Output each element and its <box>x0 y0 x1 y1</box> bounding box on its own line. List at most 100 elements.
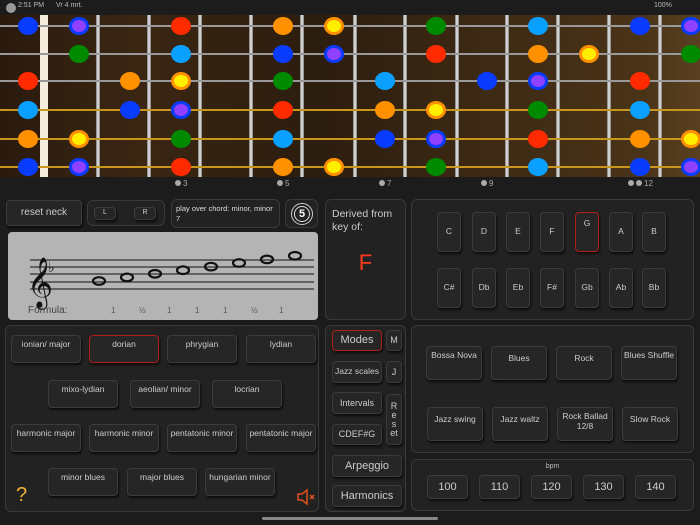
mode-button-harmonic-minor[interactable]: harmonic minor <box>89 424 159 452</box>
note-dot[interactable] <box>324 158 344 176</box>
note-dot[interactable] <box>528 17 548 35</box>
key-button-bb[interactable]: Bb <box>642 268 666 308</box>
note-dot[interactable] <box>324 45 344 63</box>
note-dot[interactable] <box>18 158 38 176</box>
harmonics-button[interactable]: Harmonics <box>332 485 402 507</box>
key-button-c-sharp[interactable]: C# <box>437 268 461 308</box>
note-dot[interactable] <box>630 72 650 90</box>
key-button-g[interactable]: G <box>575 212 599 252</box>
note-dot[interactable] <box>375 72 395 90</box>
mode-button-harmonic-major[interactable]: harmonic major <box>11 424 81 452</box>
key-button-eb[interactable]: Eb <box>506 268 530 308</box>
note-dot[interactable] <box>528 101 548 119</box>
right-hand-button[interactable]: R <box>134 207 156 220</box>
intervals-button[interactable]: Intervals <box>332 392 382 414</box>
mode-button-locrian[interactable]: locrian <box>212 380 282 408</box>
arpeggio-button[interactable]: Arpeggio <box>332 455 402 477</box>
mode-button-mixo-lydian[interactable]: mixo-lydian <box>48 380 118 408</box>
reset-button[interactable]: Reset <box>386 394 402 445</box>
rhythm-button-slow-rock[interactable]: Slow Rock <box>622 407 678 441</box>
rhythm-button-jazz-swing[interactable]: Jazz swing <box>427 407 483 441</box>
left-hand-button[interactable]: L <box>94 207 116 220</box>
note-dot[interactable] <box>528 130 548 148</box>
note-dot[interactable] <box>171 45 191 63</box>
note-dot[interactable] <box>630 101 650 119</box>
key-button-a[interactable]: A <box>609 212 633 252</box>
rhythm-button-rock[interactable]: Rock <box>556 346 612 380</box>
note-dot[interactable] <box>426 130 446 148</box>
note-dot[interactable] <box>528 158 548 176</box>
note-dot[interactable] <box>171 130 191 148</box>
note-dot[interactable] <box>273 158 293 176</box>
note-dot[interactable] <box>69 158 89 176</box>
key-button-db[interactable]: Db <box>472 268 496 308</box>
bpm-button-110[interactable]: 110 <box>479 475 520 499</box>
key-button-b[interactable]: B <box>642 212 666 252</box>
home-indicator[interactable] <box>262 517 438 520</box>
note-dot[interactable] <box>681 158 700 176</box>
note-dot[interactable] <box>477 72 497 90</box>
note-dot[interactable] <box>426 45 446 63</box>
note-dot[interactable] <box>18 130 38 148</box>
note-dot[interactable] <box>171 158 191 176</box>
circle-of-fifths-button[interactable]: 5 <box>285 199 318 228</box>
mode-button-dorian[interactable]: dorian <box>89 335 159 363</box>
note-dot[interactable] <box>630 130 650 148</box>
note-dot[interactable] <box>69 45 89 63</box>
note-dot[interactable] <box>273 17 293 35</box>
note-dot[interactable] <box>375 130 395 148</box>
rhythm-button-bossa-nova[interactable]: Bossa Nova <box>426 346 482 380</box>
mode-button-pentatonic-minor[interactable]: pentatonic minor <box>167 424 237 452</box>
mode-button-pentatonic-major[interactable]: pentatonic major <box>246 424 316 452</box>
note-dot[interactable] <box>528 72 548 90</box>
note-dot[interactable] <box>630 158 650 176</box>
mode-button-lydian[interactable]: lydian <box>246 335 316 363</box>
cdefg-button[interactable]: CDEF#G <box>332 424 382 445</box>
note-dot[interactable] <box>579 45 599 63</box>
note-dot[interactable] <box>69 130 89 148</box>
note-dot[interactable] <box>18 101 38 119</box>
note-dot[interactable] <box>120 72 140 90</box>
key-button-d[interactable]: D <box>472 212 496 252</box>
rhythm-button-blues[interactable]: Blues <box>491 346 547 380</box>
mute-icon[interactable] <box>296 488 316 506</box>
note-dot[interactable] <box>681 130 700 148</box>
bpm-button-130[interactable]: 130 <box>583 475 624 499</box>
m-button[interactable]: M <box>386 330 402 351</box>
mode-button-major-blues[interactable]: major blues <box>127 468 197 496</box>
note-dot[interactable] <box>120 101 140 119</box>
note-dot[interactable] <box>18 17 38 35</box>
note-dot[interactable] <box>630 17 650 35</box>
help-button[interactable]: ? <box>16 484 27 507</box>
note-dot[interactable] <box>273 101 293 119</box>
key-button-c[interactable]: C <box>437 212 461 252</box>
mode-button-aeolian-minor[interactable]: aeolian/ minor <box>130 380 200 408</box>
note-dot[interactable] <box>171 101 191 119</box>
note-dot[interactable] <box>69 17 89 35</box>
fretboard[interactable] <box>0 15 700 177</box>
mode-button-hungarian-minor[interactable]: hungarian minor <box>205 468 275 496</box>
rhythm-button-rock-ballad-12-8[interactable]: Rock Ballad 12/8 <box>557 407 613 441</box>
bpm-button-140[interactable]: 140 <box>635 475 676 499</box>
note-dot[interactable] <box>426 101 446 119</box>
mode-button-minor-blues[interactable]: minor blues <box>48 468 118 496</box>
reset-neck-button[interactable]: reset neck <box>6 200 82 226</box>
note-dot[interactable] <box>18 72 38 90</box>
key-button-e[interactable]: E <box>506 212 530 252</box>
note-dot[interactable] <box>324 17 344 35</box>
note-dot[interactable] <box>273 130 293 148</box>
note-dot[interactable] <box>273 72 293 90</box>
key-button-f-sharp[interactable]: F# <box>540 268 564 308</box>
j-button[interactable]: J <box>386 361 402 383</box>
bpm-button-100[interactable]: 100 <box>427 475 468 499</box>
note-dot[interactable] <box>426 17 446 35</box>
key-button-f[interactable]: F <box>540 212 564 252</box>
note-dot[interactable] <box>171 17 191 35</box>
mode-button-phrygian[interactable]: phrygian <box>167 335 237 363</box>
note-dot[interactable] <box>528 45 548 63</box>
note-dot[interactable] <box>426 158 446 176</box>
note-dot[interactable] <box>171 72 191 90</box>
bpm-button-120[interactable]: 120 <box>531 475 572 499</box>
jazz-scales-button[interactable]: Jazz scales <box>332 361 382 383</box>
modes-button[interactable]: Modes <box>332 330 382 351</box>
